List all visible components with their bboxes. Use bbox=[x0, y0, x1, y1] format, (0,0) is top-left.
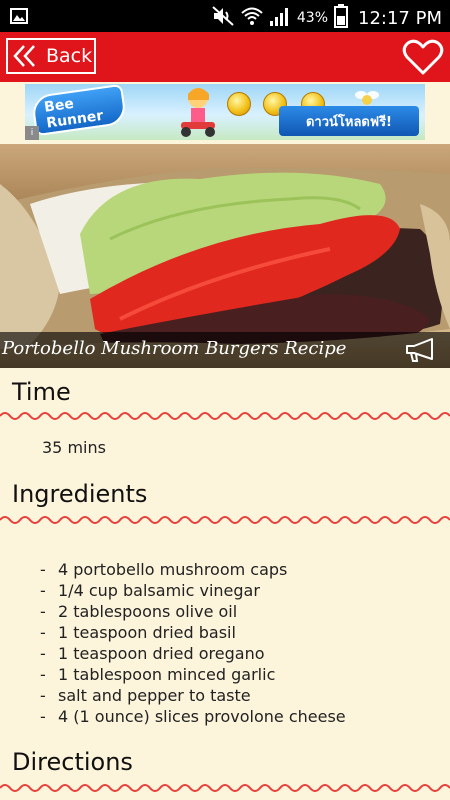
hero-caption-bar: Portobello Mushroom Burgers Recipe bbox=[0, 332, 450, 368]
ingredient-text: 1 teaspoon dried basil bbox=[58, 623, 236, 642]
ingredient-text: 4 portobello mushroom caps bbox=[58, 560, 288, 579]
ad-download-button[interactable]: ดาวน์โหลดฟรี! bbox=[279, 106, 419, 136]
favorite-button[interactable] bbox=[402, 38, 444, 76]
ingredient-text: 1/4 cup balsamic vinegar bbox=[58, 581, 260, 600]
list-item: -4 (1 ounce) slices provolone cheese bbox=[40, 707, 346, 726]
ingredients-heading: Ingredients bbox=[12, 480, 148, 508]
list-item: -2 tablespoons olive oil bbox=[40, 602, 238, 621]
list-item: - salt and pepper to taste bbox=[40, 686, 251, 705]
scooter-girl-icon bbox=[181, 88, 215, 137]
list-item: -1 teaspoon dried oregano bbox=[40, 644, 265, 663]
ingredients-list: -4 portobello mushroom caps -1/4 cup bal… bbox=[40, 559, 346, 727]
ad-banner[interactable]: Bee Runner ดาวน์โหลดฟรี! i bbox=[25, 84, 425, 140]
back-button[interactable]: Back bbox=[6, 38, 96, 74]
ad-strip: Bee Runner ดาวน์โหลดฟรี! i bbox=[0, 82, 450, 144]
wave-divider bbox=[0, 412, 450, 420]
signal-icon bbox=[269, 5, 291, 31]
wifi-icon bbox=[241, 5, 263, 31]
ad-info-icon[interactable]: i bbox=[25, 126, 39, 140]
wave-divider bbox=[0, 516, 450, 524]
directions-heading: Directions bbox=[12, 748, 133, 776]
battery-icon bbox=[334, 4, 349, 32]
mute-icon bbox=[211, 5, 235, 31]
battery-percent: 43% bbox=[296, 10, 329, 26]
double-chevron-left-icon bbox=[12, 44, 38, 68]
time-heading: Time bbox=[12, 378, 71, 406]
ingredient-text: 4 (1 ounce) slices provolone cheese bbox=[58, 707, 346, 726]
clock: 12:17 PM bbox=[358, 7, 442, 29]
time-value: 35 mins bbox=[42, 438, 106, 457]
megaphone-icon bbox=[406, 338, 433, 362]
status-bar: 43% 12:17 PM bbox=[0, 0, 450, 32]
fairy-icon bbox=[355, 91, 379, 105]
list-item: -1/4 cup balsamic vinegar bbox=[40, 581, 260, 600]
heart-outline-icon bbox=[402, 39, 444, 75]
list-item: -1 teaspoon dried basil bbox=[40, 623, 236, 642]
list-item: -4 portobello mushroom caps bbox=[40, 560, 288, 579]
ingredient-text: 2 tablespoons olive oil bbox=[58, 602, 238, 621]
app-bar: Back bbox=[0, 32, 450, 82]
wave-divider bbox=[0, 784, 450, 792]
ingredient-text: 1 tablespoon minced garlic bbox=[58, 665, 276, 684]
recipe-content[interactable]: Time 35 mins Ingredients -4 portobello m… bbox=[0, 368, 450, 800]
ingredient-text: 1 teaspoon dried oregano bbox=[58, 644, 265, 663]
recipe-hero-image: Portobello Mushroom Burgers Recipe bbox=[0, 144, 450, 368]
back-label: Back bbox=[46, 45, 93, 67]
ingredient-text: salt and pepper to taste bbox=[58, 686, 251, 705]
gallery-notification-icon bbox=[10, 8, 28, 28]
speak-button[interactable] bbox=[404, 337, 438, 363]
coin-icon bbox=[227, 92, 251, 116]
ad-logo: Bee Runner bbox=[30, 84, 128, 137]
list-item: -1 tablespoon minced garlic bbox=[40, 665, 276, 684]
recipe-title: Portobello Mushroom Burgers Recipe bbox=[2, 338, 347, 359]
